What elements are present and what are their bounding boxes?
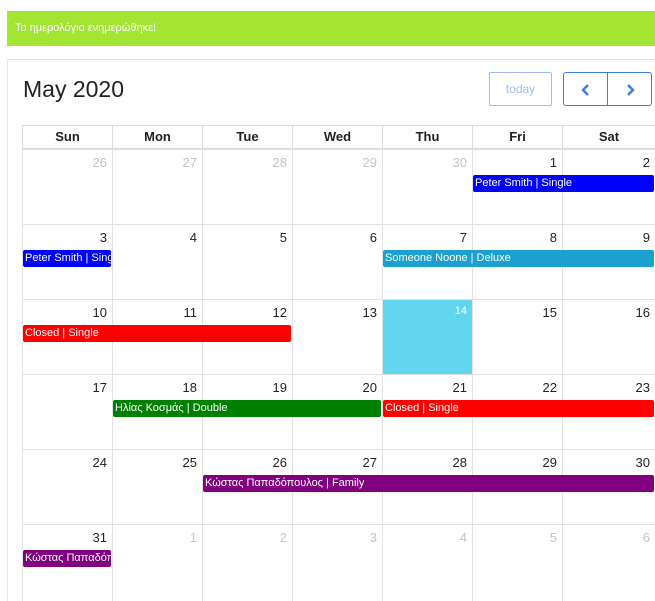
status-alert: Το ημερολόγιο ενημερώθηκε!	[7, 11, 655, 46]
day-number[interactable]: 28	[273, 155, 287, 170]
day-number[interactable]: 16	[636, 305, 650, 320]
day-cell[interactable]: 16	[562, 299, 655, 374]
day-cell[interactable]: 28	[202, 149, 292, 224]
day-number[interactable]: 1	[190, 530, 197, 545]
day-cell-today[interactable]: 14	[382, 299, 472, 374]
day-number[interactable]: 27	[363, 455, 377, 470]
day-cell[interactable]: 30	[382, 149, 472, 224]
day-cell[interactable]: 1	[112, 524, 202, 601]
chevron-right-icon	[626, 83, 635, 96]
day-number[interactable]: 29	[543, 455, 557, 470]
day-number[interactable]: 5	[550, 530, 557, 545]
calendar-event[interactable]: Peter Smith | Single	[23, 250, 111, 267]
day-number[interactable]: 30	[453, 155, 467, 170]
calendar-grid: Sun Mon Tue Wed Thu Fri Sat 26 27 28 29 30 1 2 3 4 5 6 7 8 9…	[22, 125, 655, 601]
prev-month-button[interactable]	[563, 72, 608, 106]
day-cell[interactable]: 6	[292, 224, 382, 299]
day-number[interactable]: 2	[643, 155, 650, 170]
day-number[interactable]: 2	[280, 530, 287, 545]
day-number[interactable]: 5	[280, 230, 287, 245]
day-number[interactable]: 27	[183, 155, 197, 170]
calendar-event[interactable]: Κώστας Παπαδόπουλος | Family	[23, 550, 111, 567]
day-number[interactable]: 13	[363, 305, 377, 320]
day-number[interactable]: 26	[273, 455, 287, 470]
day-number[interactable]: 20	[363, 380, 377, 395]
day-header-sun: Sun	[22, 125, 112, 149]
day-cell[interactable]: 3	[292, 524, 382, 601]
day-number[interactable]: 21	[453, 380, 467, 395]
day-number[interactable]: 4	[460, 530, 467, 545]
calendar-event[interactable]: Someone Noone | Deluxe	[383, 250, 654, 267]
day-cell[interactable]: 26	[22, 149, 112, 224]
day-number[interactable]: 22	[543, 380, 557, 395]
day-cell[interactable]: 5	[202, 224, 292, 299]
day-cell[interactable]: 29	[292, 149, 382, 224]
day-number[interactable]: 10	[93, 305, 107, 320]
day-number[interactable]: 6	[643, 530, 650, 545]
day-header-fri: Fri	[472, 125, 562, 149]
day-number[interactable]: 1	[550, 155, 557, 170]
day-number[interactable]: 25	[183, 455, 197, 470]
next-month-button[interactable]	[607, 72, 652, 106]
calendar-event[interactable]: Closed | Single	[383, 400, 654, 417]
day-number[interactable]: 4	[190, 230, 197, 245]
day-number[interactable]: 28	[453, 455, 467, 470]
day-number[interactable]: 12	[273, 305, 287, 320]
day-cell[interactable]: 4	[382, 524, 472, 601]
day-number[interactable]: 11	[184, 305, 198, 320]
day-number[interactable]: 14	[455, 305, 467, 317]
day-number[interactable]: 17	[93, 380, 107, 395]
day-number[interactable]: 3	[100, 230, 107, 245]
day-number[interactable]: 3	[370, 530, 377, 545]
calendar-event[interactable]: Κώστας Παπαδόπουλος | Family	[203, 475, 654, 492]
day-number[interactable]: 8	[550, 230, 557, 245]
chevron-left-icon	[580, 83, 589, 96]
day-number[interactable]: 31	[93, 530, 107, 545]
day-cell[interactable]: 25	[112, 449, 202, 524]
day-number[interactable]: 30	[636, 455, 650, 470]
page-title: May 2020	[23, 76, 125, 102]
day-cell[interactable]: 4	[112, 224, 202, 299]
calendar-event[interactable]: Peter Smith | Single	[473, 175, 654, 192]
day-header-wed: Wed	[292, 125, 382, 149]
day-cell[interactable]: 6	[562, 524, 655, 601]
day-cell[interactable]: 17	[22, 374, 112, 449]
today-button[interactable]: today	[489, 72, 552, 106]
day-number[interactable]: 7	[460, 230, 467, 245]
day-number[interactable]: 15	[543, 305, 557, 320]
day-header-thu: Thu	[382, 125, 472, 149]
day-number[interactable]: 18	[183, 380, 197, 395]
day-header-tue: Tue	[202, 125, 292, 149]
day-number[interactable]: 19	[273, 380, 287, 395]
day-number[interactable]: 9	[643, 230, 650, 245]
calendar-event[interactable]: Closed | Single	[23, 325, 291, 342]
day-number[interactable]: 26	[93, 155, 107, 170]
day-header-sat: Sat	[562, 125, 655, 149]
calendar-event[interactable]: Ηλίας Κοσμάς | Double	[113, 400, 381, 417]
day-number[interactable]: 24	[93, 455, 107, 470]
day-number[interactable]: 23	[636, 380, 650, 395]
day-number[interactable]: 6	[370, 230, 377, 245]
day-header-mon: Mon	[112, 125, 202, 149]
day-number[interactable]: 29	[363, 155, 377, 170]
day-cell[interactable]: 27	[112, 149, 202, 224]
day-cell[interactable]: 24	[22, 449, 112, 524]
day-cell[interactable]: 2	[202, 524, 292, 601]
day-cell[interactable]: 5	[472, 524, 562, 601]
day-cell[interactable]: 13	[292, 299, 382, 374]
day-cell[interactable]: 15	[472, 299, 562, 374]
